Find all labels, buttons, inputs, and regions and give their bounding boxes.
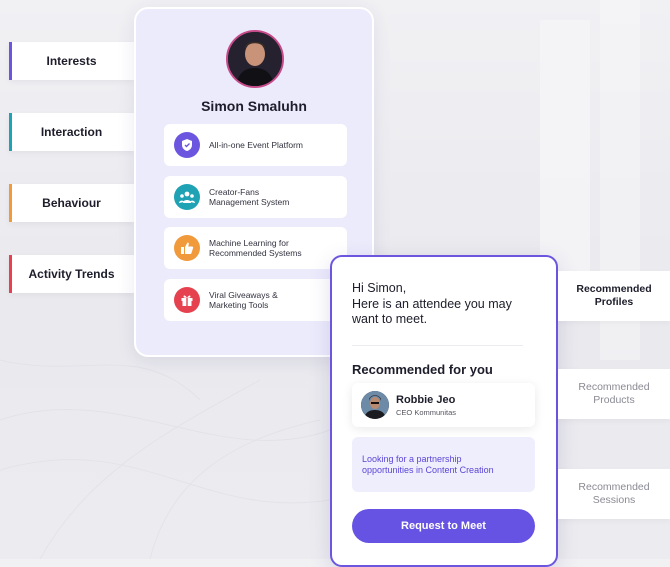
tab-recommended-sessions[interactable]: Recommended Sessions (558, 469, 670, 519)
feature-item[interactable]: Creator-Fans Management System (164, 176, 347, 218)
gift-icon (174, 287, 200, 313)
tag-label: Behaviour (42, 196, 101, 210)
tag-label: Interests (46, 54, 97, 68)
tab-label: Recommended (578, 381, 650, 393)
divider (352, 345, 523, 346)
tag-interaction[interactable]: Interaction (9, 113, 134, 151)
tag-behaviour[interactable]: Behaviour (9, 184, 134, 222)
tag-activity-trends[interactable]: Activity Trends (9, 255, 134, 293)
tab-label-line2: Sessions (592, 494, 636, 506)
thumbs-up-icon (174, 235, 200, 261)
recommended-person[interactable]: Robbie Jeo CEO Kommunitas (352, 383, 535, 427)
tag-interests[interactable]: Interests (9, 42, 134, 80)
avatar (361, 391, 389, 419)
greeting: Hi Simon, (352, 281, 407, 295)
interest-line: opportunities in Content Creation (362, 464, 494, 475)
person-photo-icon (228, 32, 282, 86)
recommendation-card: Hi Simon, Here is an attendee you may wa… (330, 255, 558, 567)
shield-icon (174, 132, 200, 158)
message-line: want to meet. (352, 312, 428, 326)
interest-note: Looking for a partnership opportunities … (352, 437, 535, 492)
tab-recommended-profiles[interactable]: Recommended Profiles (558, 271, 670, 321)
feature-item[interactable]: All-in-one Event Platform (164, 124, 347, 166)
tag-label: Activity Trends (28, 267, 115, 281)
tab-label: Recommended (578, 481, 650, 493)
feature-label: Viral Giveaways & (209, 289, 278, 300)
feature-label: All-in-one Event Platform (209, 139, 304, 150)
feature-label-line2: Marketing Tools (209, 300, 269, 310)
person-role: CEO Kommunitas (396, 407, 457, 417)
avatar (226, 30, 284, 88)
tab-label-line2: Products (593, 394, 635, 406)
community-icon (174, 184, 200, 210)
interest-line: Looking for a partnership (362, 453, 462, 464)
tab-label: Recommended (576, 283, 652, 295)
tab-recommended-products[interactable]: Recommended Products (558, 369, 670, 419)
feature-item[interactable]: Machine Learning for Recommended Systems (164, 227, 347, 269)
feature-item[interactable]: Viral Giveaways & Marketing Tools (164, 279, 347, 321)
tag-label: Interaction (40, 125, 103, 139)
person-photo-icon (361, 391, 389, 419)
person-name: Robbie Jeo (396, 393, 456, 406)
greeting-text: Hi Simon, Here is an attendee you may wa… (352, 281, 512, 328)
tab-label-line2: Profiles (594, 296, 634, 308)
feature-label: Machine Learning for (209, 237, 289, 248)
feature-label-line2: Management System (209, 197, 290, 207)
section-title: Recommended for you (352, 362, 493, 377)
profile-name: Simon Smaluhn (201, 98, 307, 114)
feature-label: Creator-Fans (209, 186, 260, 197)
feature-label-line2: Recommended Systems (209, 248, 302, 258)
message-line: Here is an attendee you may (352, 296, 512, 311)
request-to-meet-button[interactable]: Request to Meet (352, 509, 535, 543)
